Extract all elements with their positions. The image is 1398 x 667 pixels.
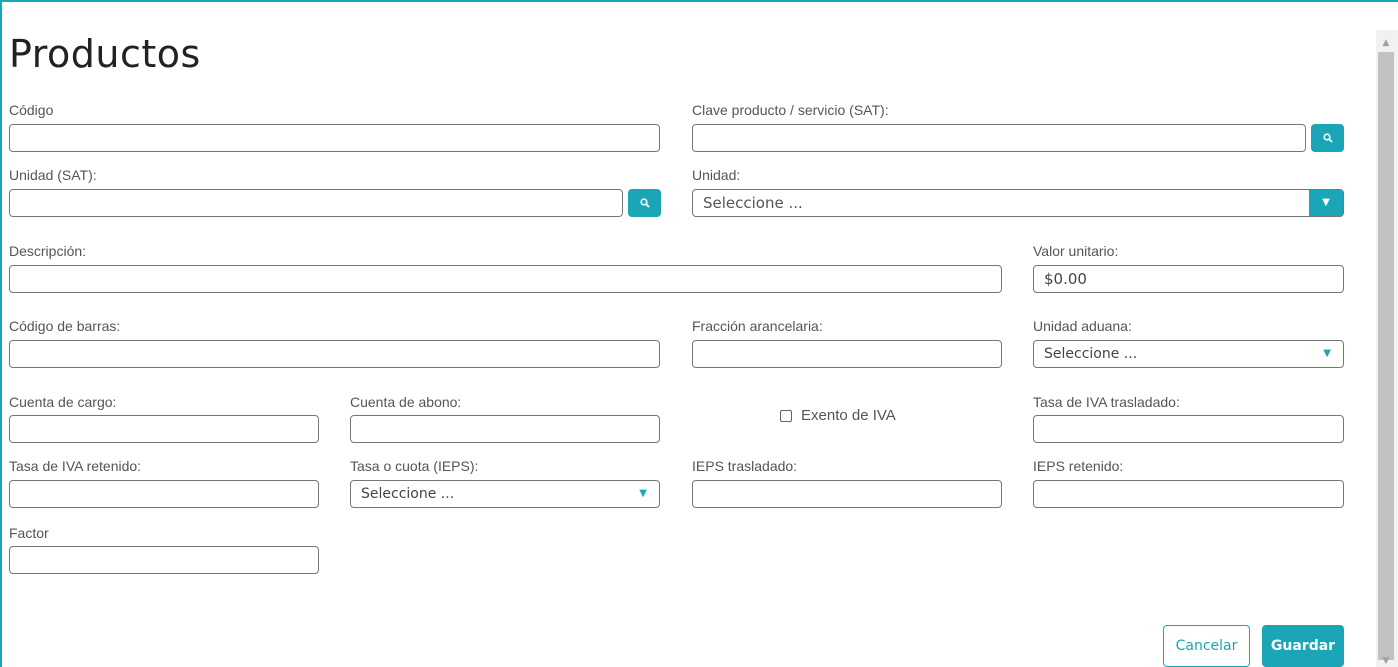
cuenta-abono-label: Cuenta de abono: <box>350 394 462 410</box>
unidad-sat-search-button[interactable] <box>628 189 661 217</box>
caret-down-icon: ▼ <box>1323 348 1331 359</box>
unidad-aduana-select[interactable]: Seleccione ... ▼ <box>1033 340 1344 368</box>
caret-down-icon: ▼ <box>639 488 647 499</box>
exento-iva-checkbox[interactable] <box>780 410 792 422</box>
codigo-barras-label: Código de barras: <box>9 318 121 334</box>
valor-unitario-input[interactable]: $0.00 <box>1033 265 1344 293</box>
unidad-sat-input[interactable] <box>9 189 623 217</box>
tasa-iva-ret-input[interactable] <box>9 480 319 508</box>
factor-label: Factor <box>9 525 49 541</box>
scrollbar-thumb[interactable] <box>1378 52 1394 660</box>
codigo-label: Código <box>9 102 54 118</box>
codigo-input[interactable] <box>9 124 660 152</box>
cuenta-cargo-label: Cuenta de cargo: <box>9 394 117 410</box>
scroll-up-icon[interactable]: ▲ <box>1380 38 1392 48</box>
caret-down-icon: ▼ <box>1309 190 1343 216</box>
ieps-tras-input[interactable] <box>692 480 1002 508</box>
page-title: Productos <box>9 32 201 76</box>
tasa-ieps-label: Tasa o cuota (IEPS): <box>350 458 479 474</box>
cuenta-cargo-input[interactable] <box>9 415 319 443</box>
scroll-down-icon[interactable]: ▼ <box>1380 656 1392 666</box>
clave-sat-input[interactable] <box>692 124 1306 152</box>
ieps-ret-label: IEPS retenido: <box>1033 458 1124 474</box>
clave-sat-search-button[interactable] <box>1311 124 1344 152</box>
factor-input[interactable] <box>9 546 319 574</box>
unidad-sat-label: Unidad (SAT): <box>9 167 97 183</box>
ieps-tras-label: IEPS trasladado: <box>692 458 798 474</box>
clave-sat-label: Clave producto / servicio (SAT): <box>692 102 889 118</box>
unidad-label: Unidad: <box>692 167 741 183</box>
search-icon <box>1322 133 1333 143</box>
save-button[interactable]: Guardar <box>1262 625 1344 667</box>
unidad-aduana-value: Seleccione ... <box>1044 346 1138 362</box>
descripcion-input[interactable] <box>9 265 1002 293</box>
codigo-barras-input[interactable] <box>9 340 660 368</box>
tasa-iva-tras-input[interactable] <box>1033 415 1344 443</box>
descripcion-label: Descripción: <box>9 243 87 259</box>
cancel-button[interactable]: Cancelar <box>1163 625 1250 667</box>
tasa-iva-tras-label: Tasa de IVA trasladado: <box>1033 394 1180 410</box>
tasa-ieps-select[interactable]: Seleccione ... ▼ <box>350 480 660 508</box>
unidad-select-value: Seleccione ... <box>703 194 803 212</box>
cuenta-abono-input[interactable] <box>350 415 660 443</box>
valor-unitario-label: Valor unitario: <box>1033 243 1119 259</box>
tasa-ieps-value: Seleccione ... <box>361 486 455 502</box>
unidad-select[interactable]: Seleccione ... ▼ <box>692 189 1344 217</box>
ieps-ret-input[interactable] <box>1033 480 1344 508</box>
tasa-iva-ret-label: Tasa de IVA retenido: <box>9 458 142 474</box>
search-icon <box>639 198 650 208</box>
exento-iva-label: Exento de IVA <box>801 407 896 424</box>
fraccion-label: Fracción arancelaria: <box>692 318 823 334</box>
fraccion-input[interactable] <box>692 340 1002 368</box>
unidad-aduana-label: Unidad aduana: <box>1033 318 1132 334</box>
